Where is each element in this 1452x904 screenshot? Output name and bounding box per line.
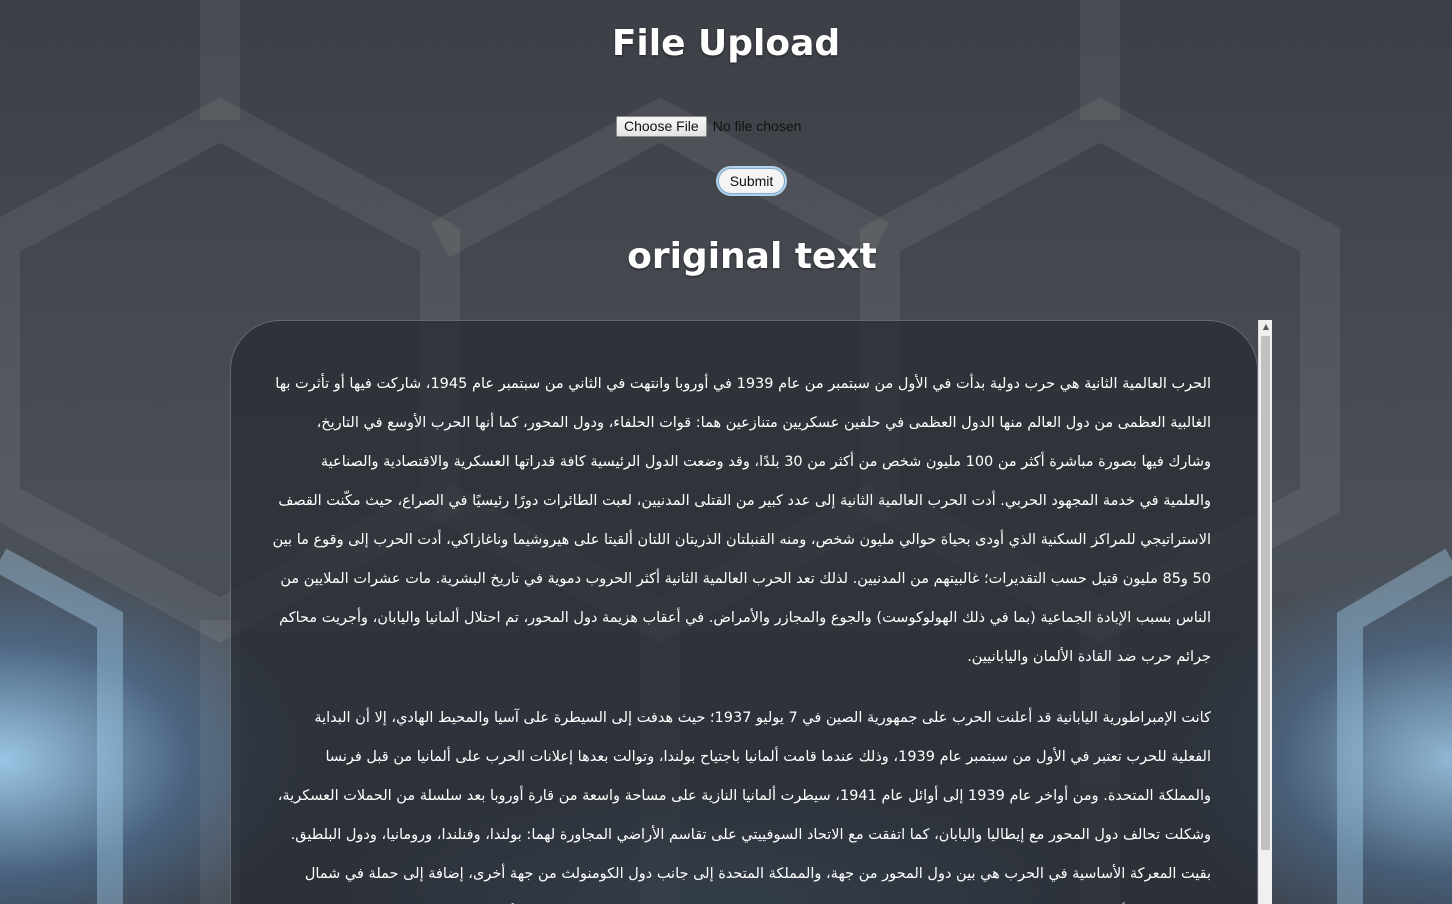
section-title: original text (627, 236, 877, 277)
text-panel: الحرب العالمية الثانية هي حرب دولية بدأت… (230, 320, 1258, 904)
file-status-text: No file chosen (712, 118, 802, 134)
original-text-content: الحرب العالمية الثانية هي حرب دولية بدأت… (271, 365, 1211, 904)
scrollbar-thumb[interactable] (1261, 336, 1270, 850)
scroll-up-arrow-icon[interactable]: ▲ (1259, 320, 1273, 334)
paragraph: الحرب العالمية الثانية هي حرب دولية بدأت… (272, 376, 1211, 665)
choose-file-button[interactable]: Choose File (616, 115, 707, 137)
page-title: File Upload (611, 23, 841, 64)
paragraph: كانت الإمبراطورية اليابانية قد أعلنت الح… (277, 710, 1211, 882)
submit-button[interactable]: Submit (718, 168, 785, 194)
scrollbar[interactable]: ▲ (1258, 320, 1272, 904)
file-input[interactable]: Choose File No file chosen (616, 115, 801, 137)
